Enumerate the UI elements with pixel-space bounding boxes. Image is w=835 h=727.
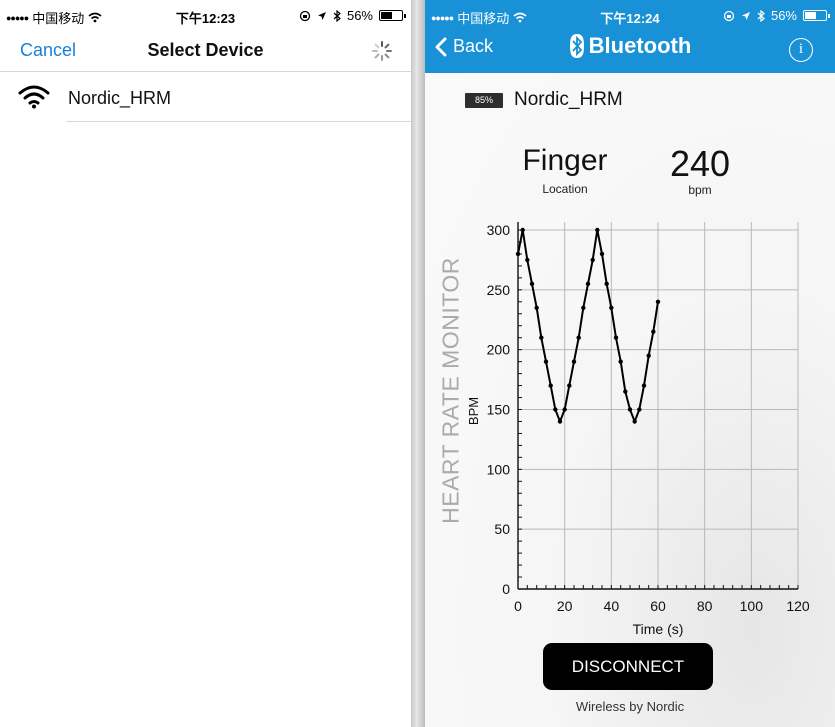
navigation-bar: Cancel Select Device [0,30,411,72]
x-tick-label: 80 [697,598,713,614]
status-bar: ●●●●● 中国移动 下午12:24 56% [425,0,835,30]
heart-rate-point [548,383,553,388]
battery-icon [379,10,406,21]
x-tick-label: 20 [557,598,573,614]
heart-rate-point [571,359,577,364]
bluetooth-logo-icon [569,34,584,58]
y-axis-label: BPM [466,397,481,425]
heart-rate-point [515,251,521,257]
y-tick-label: 100 [487,461,511,477]
header-title-text: Bluetooth [588,33,692,58]
monitor-panel: 85% Nordic_HRM Finger Location 240 bpm H… [425,73,835,727]
y-tick-label: 300 [487,222,511,238]
battery-percent: 56% [346,8,373,23]
heart-rate-point [604,281,609,287]
heart-rate-point [609,305,614,310]
heart-rate-point [590,257,595,263]
heart-rate-point [557,419,563,424]
device-name: Nordic_HRM [68,88,172,108]
heart-rate-point [599,251,605,257]
heart-rate-point [567,383,572,388]
heart-rate-point [627,407,633,412]
heart-rate-point [651,329,656,334]
y-tick-label: 150 [487,402,511,418]
heart-rate-point [655,299,661,304]
page-title: Select Device [147,40,264,60]
y-tick-label: 250 [487,282,511,298]
battery-icon [803,10,830,21]
disconnect-button[interactable]: DISCONNECT [543,643,713,690]
device-list-item[interactable]: Nordic_HRM [0,74,411,122]
heart-rate-screen: ●●●●● 中国移动 下午12:24 56% Back Bluetooth i … [425,0,835,727]
heart-rate-point [637,407,642,412]
bluetooth-status-icon [757,9,765,22]
heart-rate-point [595,227,600,233]
heart-rate-point [618,359,623,364]
y-tick-label: 50 [494,521,510,537]
device-name: Nordic_HRM [514,89,623,110]
heart-rate-point [539,335,544,340]
heart-rate-point [543,359,549,364]
sensor-location-value: Finger [522,144,608,177]
heart-rate-point [646,353,651,358]
heart-rate-point [553,407,558,412]
location-arrow-icon [317,11,326,20]
heart-rate-point [632,419,637,424]
wifi-signal-icon [18,85,50,109]
heart-rate-point [529,281,535,287]
orientation-lock-icon [723,10,735,21]
heart-rate-point [576,335,581,340]
list-divider [66,121,411,122]
heart-rate-point [623,389,628,394]
x-tick-label: 120 [786,598,810,614]
x-tick-label: 60 [650,598,666,614]
heart-rate-value: 240 [669,143,731,184]
y-tick-label: 0 [502,581,510,597]
battery-percent: 56% [770,8,797,23]
heart-rate-point [581,305,586,310]
heart-rate-point [585,281,591,287]
header-bar: ●●●●● 中国移动 下午12:24 56% Back Bluetooth i [425,0,835,73]
select-device-screen: ●●●●● 中国移动 下午12:23 56% Cancel Select Dev… [0,0,411,727]
heart-rate-point [520,227,525,233]
orientation-lock-icon [299,10,311,21]
heart-rate-chart: 0 50 100 150 200 250 300 0 20 40 60 80 100 120 Time (… [466,222,810,637]
heart-rate-point [613,335,619,340]
heart-rate-point [525,257,530,263]
x-axis-label: Time (s) [633,621,684,637]
heart-rate-line [517,229,659,425]
heart-rate-point [534,305,539,310]
device-battery-badge: 85% [465,93,503,108]
loading-spinner-icon [372,41,392,61]
heart-rate-point [562,407,567,412]
y-tick-label: 200 [487,342,511,358]
header-title: Bluetooth [425,33,835,59]
screen-divider [411,0,425,727]
heart-rate-unit: bpm [688,183,712,197]
x-tick-label: 0 [514,598,522,614]
sensor-location-label: Location [542,182,588,196]
x-tick-label: 40 [604,598,620,614]
status-bar: ●●●●● 中国移动 下午12:23 56% [0,0,411,30]
location-arrow-icon [741,11,750,20]
footer-text: Wireless by Nordic [575,699,685,714]
heart-rate-point [641,383,647,388]
info-button[interactable]: i [789,38,813,62]
bluetooth-status-icon [333,9,341,22]
x-tick-label: 100 [740,598,764,614]
